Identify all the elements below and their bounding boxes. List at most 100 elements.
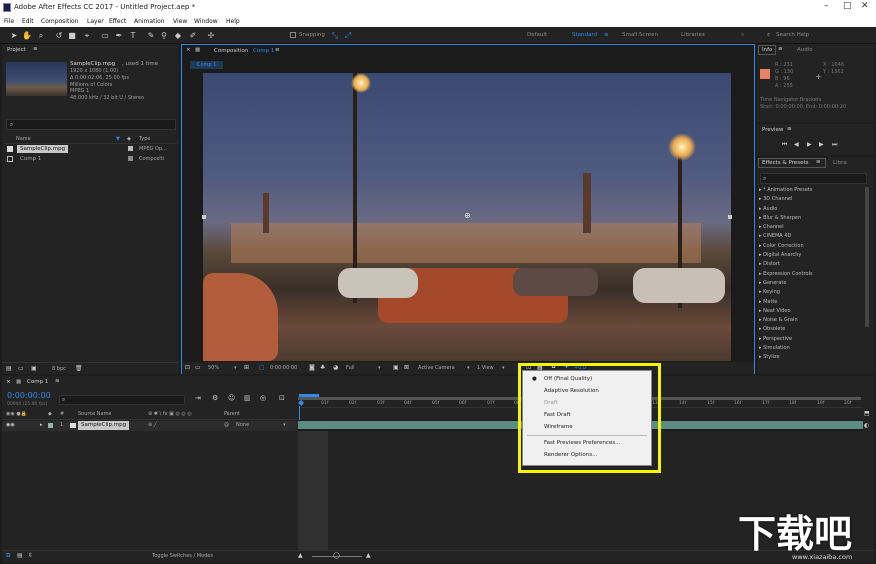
effect-category[interactable]: ▸ Generate — [759, 279, 863, 288]
view-layout-select[interactable]: 1 View — [477, 365, 494, 371]
frame-blending-icon[interactable]: ▥ — [244, 394, 251, 402]
brush-tool-icon[interactable]: ✎ — [146, 30, 156, 41]
close-icon[interactable]: ✕ — [861, 1, 869, 11]
anchor-point-icon[interactable]: ⊕ — [464, 211, 471, 220]
draft-3d-icon[interactable]: ⚙ — [212, 394, 218, 402]
transparency-grid-icon[interactable]: ▢ — [259, 364, 265, 371]
roto-brush-tool-icon[interactable]: ✐ — [188, 30, 198, 41]
layer-switches-icon[interactable]: ⊛ ╱ — [148, 422, 157, 428]
project-item-row[interactable]: SampleClip.mpg MPEG Op... — [4, 145, 177, 154]
timeline-search-input[interactable]: ⌕ — [59, 395, 185, 405]
new-comp-icon[interactable]: ▣ — [31, 365, 37, 372]
menu-view[interactable]: View — [173, 18, 187, 25]
layer-handle[interactable] — [728, 215, 732, 219]
panel-menu-icon[interactable]: ≡ — [778, 46, 783, 56]
last-frame-icon[interactable]: ⏭ — [832, 141, 837, 149]
new-folder-icon[interactable]: ▭ — [18, 365, 24, 372]
effect-category[interactable]: ▸ Blur & Sharpen — [759, 214, 863, 223]
menu-effect[interactable]: Effect — [109, 18, 126, 25]
previous-frame-icon[interactable]: ◀ — [794, 141, 799, 148]
zoom-slider-thumb[interactable]: ◯ — [333, 552, 340, 559]
column-name[interactable]: Name — [16, 136, 31, 142]
menu-item-adaptive-resolution[interactable]: Adaptive Resolution — [544, 388, 599, 394]
expand-arrow-icon[interactable]: ▸ — [40, 422, 43, 428]
show-snapshot-icon[interactable]: ♣ — [320, 364, 325, 371]
effect-category[interactable]: ▸ Expression Controls — [759, 270, 863, 279]
puppet-tool-icon[interactable]: ✢ — [206, 30, 216, 41]
effect-category[interactable]: ▸ Matte — [759, 298, 863, 307]
composition-tab[interactable]: Composition — [214, 48, 248, 58]
minimize-icon[interactable]: – — [824, 1, 829, 11]
effect-category[interactable]: ▸ Keying — [759, 288, 863, 297]
menu-window[interactable]: Window — [194, 18, 218, 25]
rotate-tool-icon[interactable]: ↺ — [54, 30, 64, 41]
play-icon[interactable]: ▶ — [807, 141, 812, 148]
layer-row[interactable]: ◉◉ ▸ 1 SampleClip.mpg ⊛ ╱ @ None ▾ — [2, 421, 298, 431]
workspace-default[interactable]: Default — [527, 32, 547, 38]
composition-flowchart-icon[interactable]: ⇥ — [195, 394, 201, 402]
layer-handle[interactable] — [202, 215, 206, 219]
workspace-libraries[interactable]: Libraries — [681, 32, 705, 38]
menu-item-fast-previews-preferences[interactable]: Fast Previews Preferences... — [544, 440, 620, 446]
pan-behind-tool-icon[interactable]: ⌖ — [82, 30, 92, 41]
menu-animation[interactable]: Animation — [134, 18, 165, 25]
parent-select[interactable]: None — [236, 422, 249, 428]
shy-layers-icon[interactable]: ☺ — [228, 394, 235, 402]
effect-category[interactable]: ▸ Noise & Grain — [759, 316, 863, 325]
panel-menu-icon[interactable]: ≡ — [275, 47, 280, 57]
composition-tab-link[interactable]: Comp 1 — [253, 48, 274, 58]
graph-editor-icon[interactable]: ⊡ — [279, 394, 285, 402]
snap-feature-icon[interactable]: ⤢ — [343, 30, 353, 41]
menu-item-renderer-options[interactable]: Renderer Options... — [544, 452, 597, 458]
workspace-overflow-icon[interactable]: » — [741, 32, 744, 38]
menu-edit[interactable]: Edit — [22, 18, 34, 25]
effect-category[interactable]: ▸ CINEMA 4D — [759, 232, 863, 241]
selection-tool-icon[interactable]: ➤ — [9, 30, 19, 41]
libraries-tab[interactable]: Libra — [833, 160, 847, 170]
menu-layer[interactable]: Layer — [87, 18, 104, 25]
menu-file[interactable]: File — [4, 18, 14, 25]
parent-column[interactable]: Parent — [224, 411, 240, 417]
trash-icon[interactable]: 🗑 — [75, 365, 83, 372]
workspace-standard[interactable]: Standard — [572, 32, 597, 38]
panel-menu-icon[interactable]: ≡ — [787, 126, 792, 136]
effect-category[interactable]: ▸ Stylize — [759, 353, 863, 362]
panel-menu-icon[interactable]: ≡ — [816, 159, 821, 169]
layer-name[interactable]: SampleClip.mpg — [78, 421, 130, 430]
effect-category[interactable]: ▸ Digital Anarchy — [759, 251, 863, 260]
timeline-tab[interactable]: Comp 1 — [27, 379, 48, 389]
project-search-input[interactable]: ⌕ — [6, 119, 176, 130]
effect-category[interactable]: ▸ Color Correction — [759, 242, 863, 251]
scrollbar[interactable] — [865, 187, 869, 327]
workspace-menu-icon[interactable]: ≡ — [604, 32, 609, 38]
zoom-out-icon[interactable]: ▲ — [298, 552, 303, 559]
source-name-column[interactable]: Source Name — [78, 411, 112, 417]
close-tab-icon[interactable]: × — [6, 379, 11, 389]
bpc-label[interactable]: 8 bpc — [52, 366, 66, 372]
monitor-icon[interactable]: ▭ — [195, 364, 201, 371]
camera-tool-icon[interactable]: ■ — [67, 30, 77, 41]
in-out-icon[interactable]: ◐ — [864, 422, 869, 429]
in-out-panes-icon[interactable]: ⇳ — [28, 552, 33, 559]
magnification-select[interactable]: 50% — [208, 365, 219, 371]
grid-icon[interactable]: ⊞ — [244, 364, 249, 371]
menu-item-wireframe[interactable]: Wireframe — [544, 424, 573, 430]
panel-menu-icon[interactable]: ≡ — [55, 378, 60, 388]
channel-icon[interactable]: ◕ — [333, 364, 338, 371]
effect-category[interactable]: ▸ Channel — [759, 223, 863, 232]
effect-category[interactable]: ▸ Simulation — [759, 344, 863, 353]
comp-marker-icon[interactable]: ⬒ — [864, 410, 870, 417]
rectangle-tool-icon[interactable]: ▭ — [100, 30, 110, 41]
audio-tab[interactable]: Audio — [797, 47, 813, 57]
transfer-controls-icon[interactable]: ▤ — [17, 552, 23, 559]
toggle-switches-modes[interactable]: Toggle Switches / Modes — [152, 553, 213, 559]
label-color-icon[interactable] — [48, 423, 53, 428]
pen-tool-icon[interactable]: ✒ — [114, 30, 124, 41]
snapping-checkbox[interactable] — [290, 32, 296, 38]
hand-tool-icon[interactable]: ✋ — [22, 30, 32, 41]
interpret-footage-icon[interactable]: ▤ — [6, 365, 12, 372]
first-frame-icon[interactable]: ⏮ — [782, 141, 787, 149]
zoom-tool-icon[interactable]: ⌕ — [36, 30, 46, 41]
effect-category[interactable]: ▸ 3D Channel — [759, 195, 863, 204]
effects-tab[interactable]: Effects & Presets — [762, 160, 809, 170]
